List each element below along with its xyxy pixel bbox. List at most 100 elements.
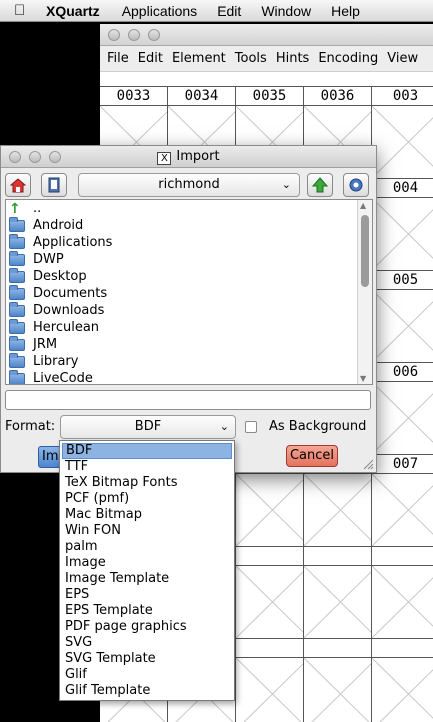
close-window-icon[interactable]: [108, 29, 120, 41]
file-item-label: ..: [33, 201, 42, 216]
folder-icon: [9, 250, 25, 266]
folder-item[interactable]: Android: [6, 216, 372, 234]
parent-directory-item[interactable]: ↑..: [6, 200, 372, 217]
glyph-code-label: [304, 638, 372, 658]
fv-menu-edit[interactable]: Edit: [138, 51, 163, 66]
fv-menu-encoding[interactable]: Encoding: [318, 51, 378, 66]
fv-menu-element[interactable]: Element: [172, 51, 226, 66]
format-option[interactable]: EPS: [62, 587, 232, 603]
folder-item[interactable]: Downloads: [6, 301, 372, 319]
glyph-row-header: 0033 0034 0035 0036 003: [100, 86, 433, 106]
menu-edit[interactable]: Edit: [217, 3, 241, 19]
format-option[interactable]: SVG Template: [62, 651, 232, 667]
glyph-code-label: [372, 638, 433, 658]
folder-item[interactable]: LiveCode: [6, 369, 372, 385]
file-item-label: JRM: [33, 337, 58, 352]
file-item-label: LiveCode: [33, 371, 93, 385]
glyph-code-label: [236, 546, 304, 566]
apple-icon[interactable]: : [14, 2, 34, 19]
format-option[interactable]: PDF page graphics: [62, 619, 232, 635]
scrollbar-thumb[interactable]: [361, 215, 369, 287]
cancel-button[interactable]: Cancel: [286, 445, 338, 467]
file-list-scrollbar[interactable]: ▲ ▼: [357, 200, 372, 384]
glyph-code-label: 0033: [100, 86, 168, 106]
folder-item[interactable]: Desktop: [6, 267, 372, 285]
glyph-code-label: 0036: [304, 86, 372, 106]
folder-icon: [9, 284, 25, 300]
as-background-label: As Background: [269, 419, 367, 434]
format-dropdown-list[interactable]: BDF TTF TeX Bitmap Fonts PCF (pmf) Mac Bitma…: [59, 440, 235, 701]
glyph-code-label: [304, 546, 372, 566]
bookmarks-icon: [48, 177, 60, 193]
format-option[interactable]: PCF (pmf): [62, 491, 232, 507]
folder-item[interactable]: Library: [6, 352, 372, 370]
format-option[interactable]: Mac Bitmap: [62, 507, 232, 523]
scroll-down-icon[interactable]: ▼: [360, 374, 366, 383]
format-option[interactable]: TeX Bitmap Fonts: [62, 475, 232, 491]
scroll-up-icon[interactable]: ▲: [360, 201, 366, 210]
glyph-cell[interactable]: [236, 658, 304, 722]
glyph-cell[interactable]: [304, 658, 372, 722]
file-item-label: Documents: [33, 286, 108, 301]
glyph-cell[interactable]: [372, 566, 433, 638]
folder-item[interactable]: Applications: [6, 233, 372, 251]
format-option[interactable]: TTF: [62, 459, 232, 475]
glyph-code-label: 006: [372, 362, 433, 382]
glyph-cell[interactable]: [372, 106, 433, 178]
glyph-cell[interactable]: [372, 198, 433, 270]
glyph-cell[interactable]: [372, 658, 433, 722]
fv-menu-file[interactable]: File: [107, 51, 129, 66]
folder-item[interactable]: Herculean: [6, 318, 372, 336]
filename-input[interactable]: [5, 390, 371, 410]
up-directory-button[interactable]: [307, 173, 333, 197]
glyph-cell[interactable]: [372, 474, 433, 546]
glyph-cell[interactable]: [304, 474, 372, 546]
chevron-down-icon: ⌄: [281, 178, 291, 191]
format-select[interactable]: BDF ⌄: [60, 415, 236, 439]
folder-item[interactable]: DWP: [6, 250, 372, 268]
app-menu-xquartz[interactable]: XQuartz: [46, 3, 100, 19]
format-option[interactable]: Image: [62, 555, 232, 571]
home-button[interactable]: [5, 173, 31, 197]
file-item-label: Downloads: [33, 303, 105, 318]
resize-grip-icon[interactable]: [363, 459, 374, 470]
menu-help[interactable]: Help: [331, 3, 360, 19]
as-background-checkbox[interactable]: [245, 421, 257, 433]
file-item-label: DWP: [33, 252, 64, 267]
fv-menu-tools[interactable]: Tools: [235, 51, 267, 66]
file-item-label: Library: [33, 354, 79, 369]
glyph-code-label: [372, 546, 433, 566]
minimize-window-icon[interactable]: [128, 29, 140, 41]
glyph-cell[interactable]: [372, 382, 433, 454]
format-option[interactable]: Win FON: [62, 523, 232, 539]
format-option[interactable]: Glif: [62, 667, 232, 683]
glyph-cell[interactable]: [236, 474, 304, 546]
menu-applications[interactable]: Applications: [122, 3, 198, 19]
bookmarks-button[interactable]: [41, 173, 67, 197]
format-option[interactable]: Glif Template: [62, 683, 232, 699]
glyph-cell[interactable]: [372, 290, 433, 362]
file-item-label: Herculean: [33, 320, 100, 335]
zoom-window-icon[interactable]: [148, 29, 160, 41]
format-option[interactable]: SVG: [62, 635, 232, 651]
import-dialog: X Import richmond ⌄ ↑.. Android Application…: [0, 145, 377, 473]
import-dialog-titlebar: X Import: [1, 146, 376, 168]
folder-item[interactable]: Documents: [6, 284, 372, 302]
fv-menu-hints[interactable]: Hints: [276, 51, 310, 66]
menu-window[interactable]: Window: [261, 3, 311, 19]
file-item-label: Applications: [33, 235, 113, 250]
glyph-cell[interactable]: [304, 566, 372, 638]
file-list[interactable]: ↑.. Android Applications DWP Desktop Document…: [5, 199, 373, 385]
fv-menu-view[interactable]: View: [387, 51, 418, 66]
format-option[interactable]: palm: [62, 539, 232, 555]
format-option[interactable]: BDF: [62, 443, 232, 459]
directory-select[interactable]: richmond ⌄: [78, 173, 300, 197]
glyph-cell[interactable]: [236, 566, 304, 638]
format-option[interactable]: EPS Template: [62, 603, 232, 619]
folder-item[interactable]: JRM: [6, 335, 372, 353]
up-arrow-icon: ↑: [9, 200, 21, 217]
chevron-down-icon: ⌄: [219, 420, 229, 433]
dialog-title: X Import: [1, 149, 376, 165]
format-option[interactable]: Image Template: [62, 571, 232, 587]
settings-button[interactable]: [343, 173, 369, 197]
